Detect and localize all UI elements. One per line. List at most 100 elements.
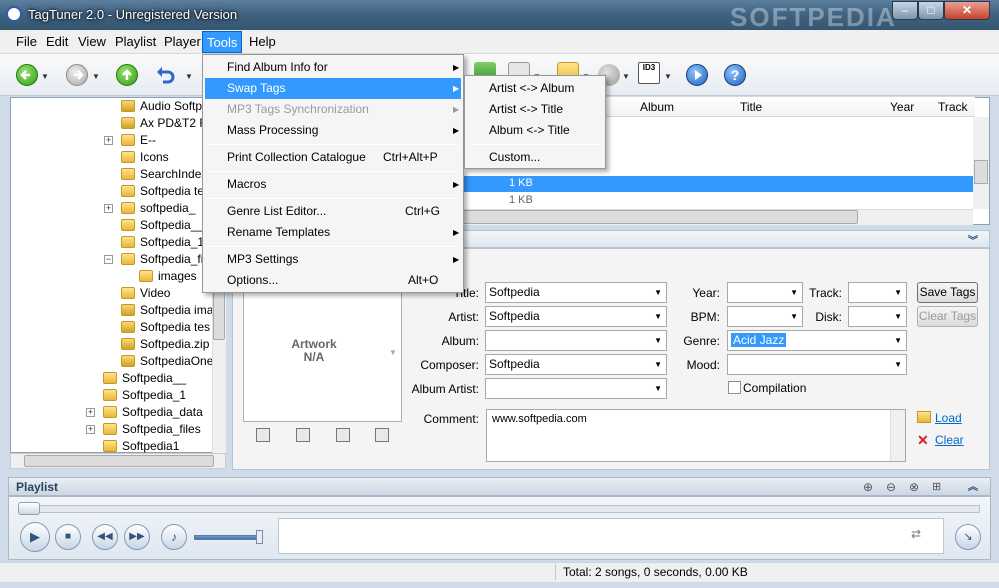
column-year[interactable]: Year	[890, 98, 914, 116]
save-tags-button[interactable]: Save Tags	[917, 282, 978, 303]
forward-dropdown-icon[interactable]: ▼	[92, 72, 100, 81]
menu-item-mp3-settings[interactable]: MP3 Settings ▶	[205, 249, 461, 270]
back-dropdown-icon[interactable]: ▼	[41, 72, 49, 81]
tree-item[interactable]: Icons	[121, 149, 169, 166]
clear-tags-button[interactable]: Clear Tags	[917, 306, 978, 327]
tree-item[interactable]: Softpedia.zip	[121, 336, 209, 353]
volume-thumb[interactable]	[256, 530, 263, 544]
comment-scrollbar[interactable]	[890, 410, 905, 461]
playlist-add-icon[interactable]: ⊕	[863, 480, 873, 494]
menu-item-mp3-tags-sync[interactable]: MP3 Tags Synchronization ▶	[205, 99, 461, 120]
menu-playlist[interactable]: Playlist	[111, 34, 160, 52]
tree-item[interactable]: Softpedia_1	[103, 387, 186, 404]
artwork-copy-icon[interactable]	[336, 428, 350, 442]
tree-item[interactable]: Softpedia_1	[121, 234, 204, 251]
menu-item-rename-templates[interactable]: Rename Templates ▶	[205, 222, 461, 243]
forward-icon[interactable]	[66, 64, 88, 86]
menu-item-print-catalogue[interactable]: Print Collection Catalogue Ctrl+Alt+P	[205, 147, 461, 168]
volume-slider[interactable]	[194, 535, 262, 540]
chevron-down-icon[interactable]: ▼	[654, 355, 662, 374]
expand-icon[interactable]: +	[104, 204, 113, 213]
tree-hscroll-thumb[interactable]	[24, 455, 214, 467]
previous-button[interactable]: ◀◀	[92, 524, 118, 550]
chevron-down-icon[interactable]: ▼	[654, 307, 662, 326]
chevron-down-icon[interactable]: ▼	[894, 307, 902, 326]
tree-item[interactable]: softpedia_	[121, 200, 195, 217]
track-field[interactable]: ▼	[848, 282, 907, 303]
genre-field[interactable]: Acid Jazz ▼	[727, 330, 907, 351]
menu-edit[interactable]: Edit	[42, 34, 72, 52]
album-field[interactable]: ▼	[485, 330, 667, 351]
clear-link[interactable]: Clear	[935, 433, 964, 447]
menu-player[interactable]: Player	[160, 34, 205, 52]
play-icon[interactable]	[686, 64, 708, 86]
menu-item-swap-tags[interactable]: Swap Tags ▶	[205, 78, 461, 99]
close-button[interactable]: ✕	[944, 1, 990, 20]
mood-field[interactable]: ▼	[727, 354, 907, 375]
seek-thumb[interactable]	[18, 502, 40, 515]
back-icon[interactable]	[16, 64, 38, 86]
tree-item[interactable]: Softpedia__	[121, 217, 204, 234]
tree-item[interactable]: Softpedia ima	[121, 302, 213, 319]
playlist-options-icon[interactable]: ⊞	[932, 480, 941, 493]
tree-item[interactable]: Softpedia tes	[121, 319, 210, 336]
collapse-icon[interactable]: −	[104, 255, 113, 264]
shuffle-icon[interactable]: ⇄	[911, 527, 921, 541]
artwork-paste-icon[interactable]	[375, 428, 389, 442]
help-icon[interactable]: ?	[724, 64, 746, 86]
menu-help[interactable]: Help	[245, 34, 280, 52]
menu-item-genre-list-editor[interactable]: Genre List Editor... Ctrl+G	[205, 201, 461, 222]
menu-item-artist-title[interactable]: Artist <-> Title	[467, 99, 603, 120]
id3-dropdown-icon[interactable]: ▼	[664, 72, 672, 81]
chevron-down-icon[interactable]: ▼	[654, 331, 662, 350]
column-album[interactable]: Album	[640, 98, 674, 116]
playlist-clear-icon[interactable]: ⊗	[909, 480, 919, 494]
tree-item[interactable]: images	[139, 268, 197, 285]
comment-field[interactable]: www.softpedia.com	[486, 409, 906, 462]
id3-icon[interactable]: ID3	[638, 62, 660, 84]
expand-icon[interactable]: +	[86, 425, 95, 434]
tree-item[interactable]: E--	[121, 132, 156, 149]
compilation-checkbox[interactable]	[728, 381, 741, 394]
refresh-dropdown-icon[interactable]: ▼	[622, 72, 630, 81]
menu-item-album-title[interactable]: Album <-> Title	[467, 120, 603, 141]
volume-icon[interactable]: ♪	[161, 524, 187, 550]
load-icon[interactable]	[917, 411, 931, 423]
chevron-down-icon[interactable]: ▼	[654, 379, 662, 398]
tree-item[interactable]: Softpedia__	[103, 370, 186, 387]
menu-item-options[interactable]: Options... Alt+O	[205, 270, 461, 291]
clear-icon[interactable]: ✕	[917, 432, 929, 449]
undo-dropdown-icon[interactable]: ▼	[185, 72, 193, 81]
column-title[interactable]: Title	[740, 98, 762, 116]
bpm-field[interactable]: ▼	[727, 306, 803, 327]
load-link[interactable]: Load	[935, 411, 962, 425]
menu-tools[interactable]: Tools	[202, 31, 243, 53]
tree-item[interactable]: Softpedia_files	[103, 421, 201, 438]
menu-item-macros[interactable]: Macros ▶	[205, 174, 461, 195]
chevron-down-icon[interactable]: ▼	[894, 283, 902, 302]
chevron-down-icon[interactable]: ▼	[894, 331, 902, 350]
expand-icon[interactable]: ︽	[968, 478, 978, 493]
play-button[interactable]: ▶	[20, 522, 50, 552]
menu-file[interactable]: File	[12, 34, 41, 52]
app-icon[interactable]	[6, 6, 22, 22]
undo-icon[interactable]	[154, 64, 176, 86]
playlist-remove-icon[interactable]: ⊖	[886, 480, 896, 494]
menu-item-custom[interactable]: Custom...	[467, 147, 603, 168]
album-artist-field[interactable]: ▼	[485, 378, 667, 399]
stop-button[interactable]: ■	[55, 524, 81, 550]
minimize-button[interactable]: –	[892, 1, 918, 20]
column-track[interactable]: Track	[938, 98, 968, 116]
list-scroll-thumb[interactable]	[974, 160, 988, 184]
title-field[interactable]: Softpedia ▼	[485, 282, 667, 303]
seek-bar[interactable]	[20, 505, 980, 513]
chevron-down-icon[interactable]: ▼	[894, 355, 902, 374]
artwork-dropdown-icon[interactable]: ▼	[389, 348, 397, 357]
tree-item[interactable]: SearchIndex	[121, 166, 207, 183]
list-hscroll-thumb[interactable]	[450, 210, 858, 224]
menu-item-find-album-info[interactable]: Find Album Info for ▶	[205, 57, 461, 78]
tree-item[interactable]: SoftpediaOne	[121, 353, 213, 370]
disk-field[interactable]: ▼	[848, 306, 907, 327]
year-field[interactable]: ▼	[727, 282, 803, 303]
artwork-export-icon[interactable]	[296, 428, 310, 442]
